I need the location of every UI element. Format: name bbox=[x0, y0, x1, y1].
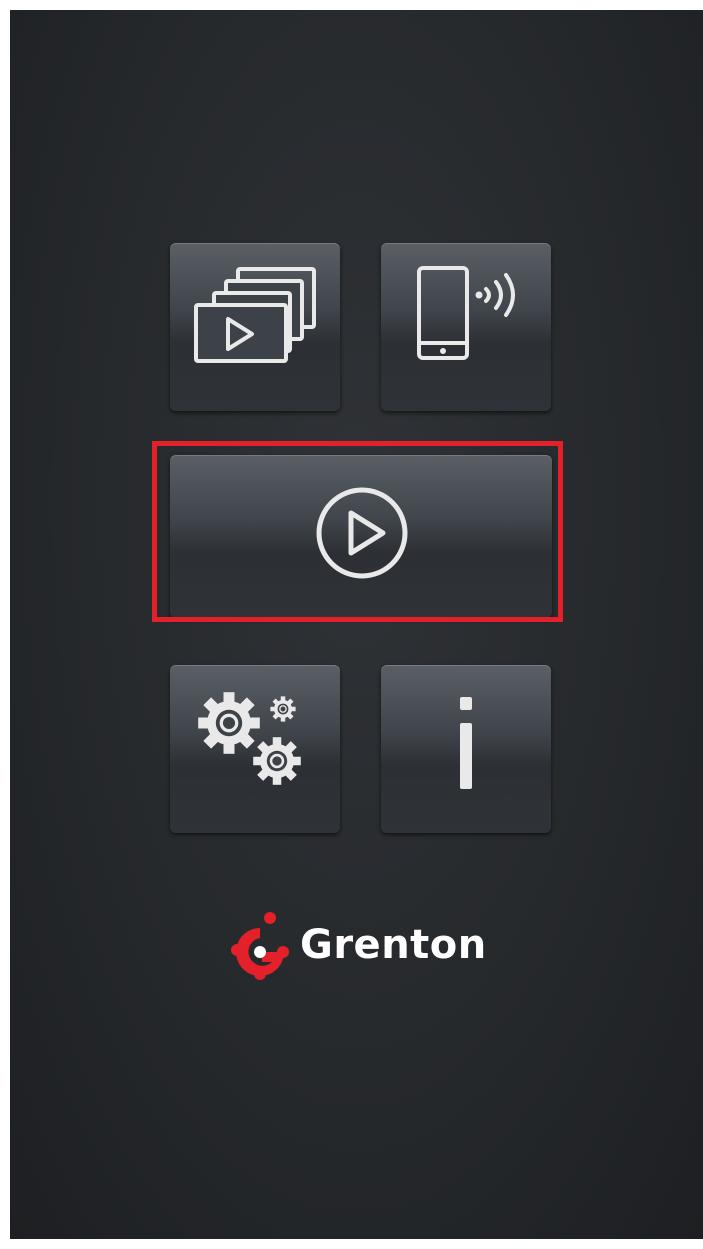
brand-name: Grenton bbox=[300, 922, 487, 968]
info-icon bbox=[460, 697, 472, 789]
info-button[interactable] bbox=[381, 665, 551, 833]
brand-logo: Grenton bbox=[230, 905, 487, 985]
play-circle-icon bbox=[316, 487, 408, 579]
play-button[interactable] bbox=[170, 455, 552, 618]
phone-wireless-icon bbox=[417, 266, 515, 360]
gears-icon bbox=[196, 690, 303, 785]
app-screen: Grenton bbox=[10, 10, 703, 1239]
scenes-slideshow-icon bbox=[194, 267, 316, 363]
grenton-logo-icon bbox=[231, 912, 289, 980]
settings-button[interactable] bbox=[170, 665, 340, 833]
remote-phone-button[interactable] bbox=[381, 243, 551, 411]
scenes-button[interactable] bbox=[170, 243, 340, 411]
